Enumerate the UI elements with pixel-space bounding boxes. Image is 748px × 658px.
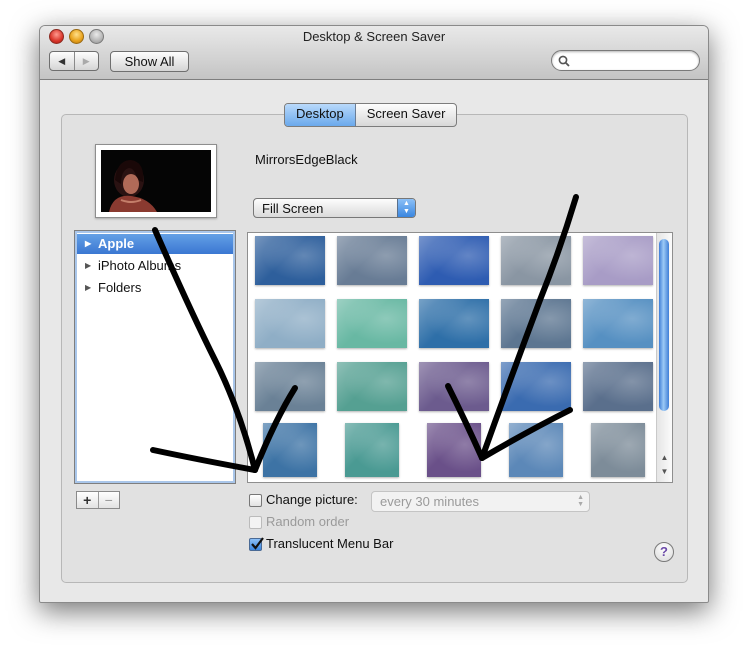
left-arrow-head-right <box>252 385 298 473</box>
left-arrow-head-left <box>150 447 258 473</box>
left-arrow-stroke <box>152 227 258 473</box>
right-arrow-head-left <box>445 383 485 461</box>
right-arrow-stroke <box>479 194 579 461</box>
hand-drawn-arrows-annotation <box>150 194 579 473</box>
